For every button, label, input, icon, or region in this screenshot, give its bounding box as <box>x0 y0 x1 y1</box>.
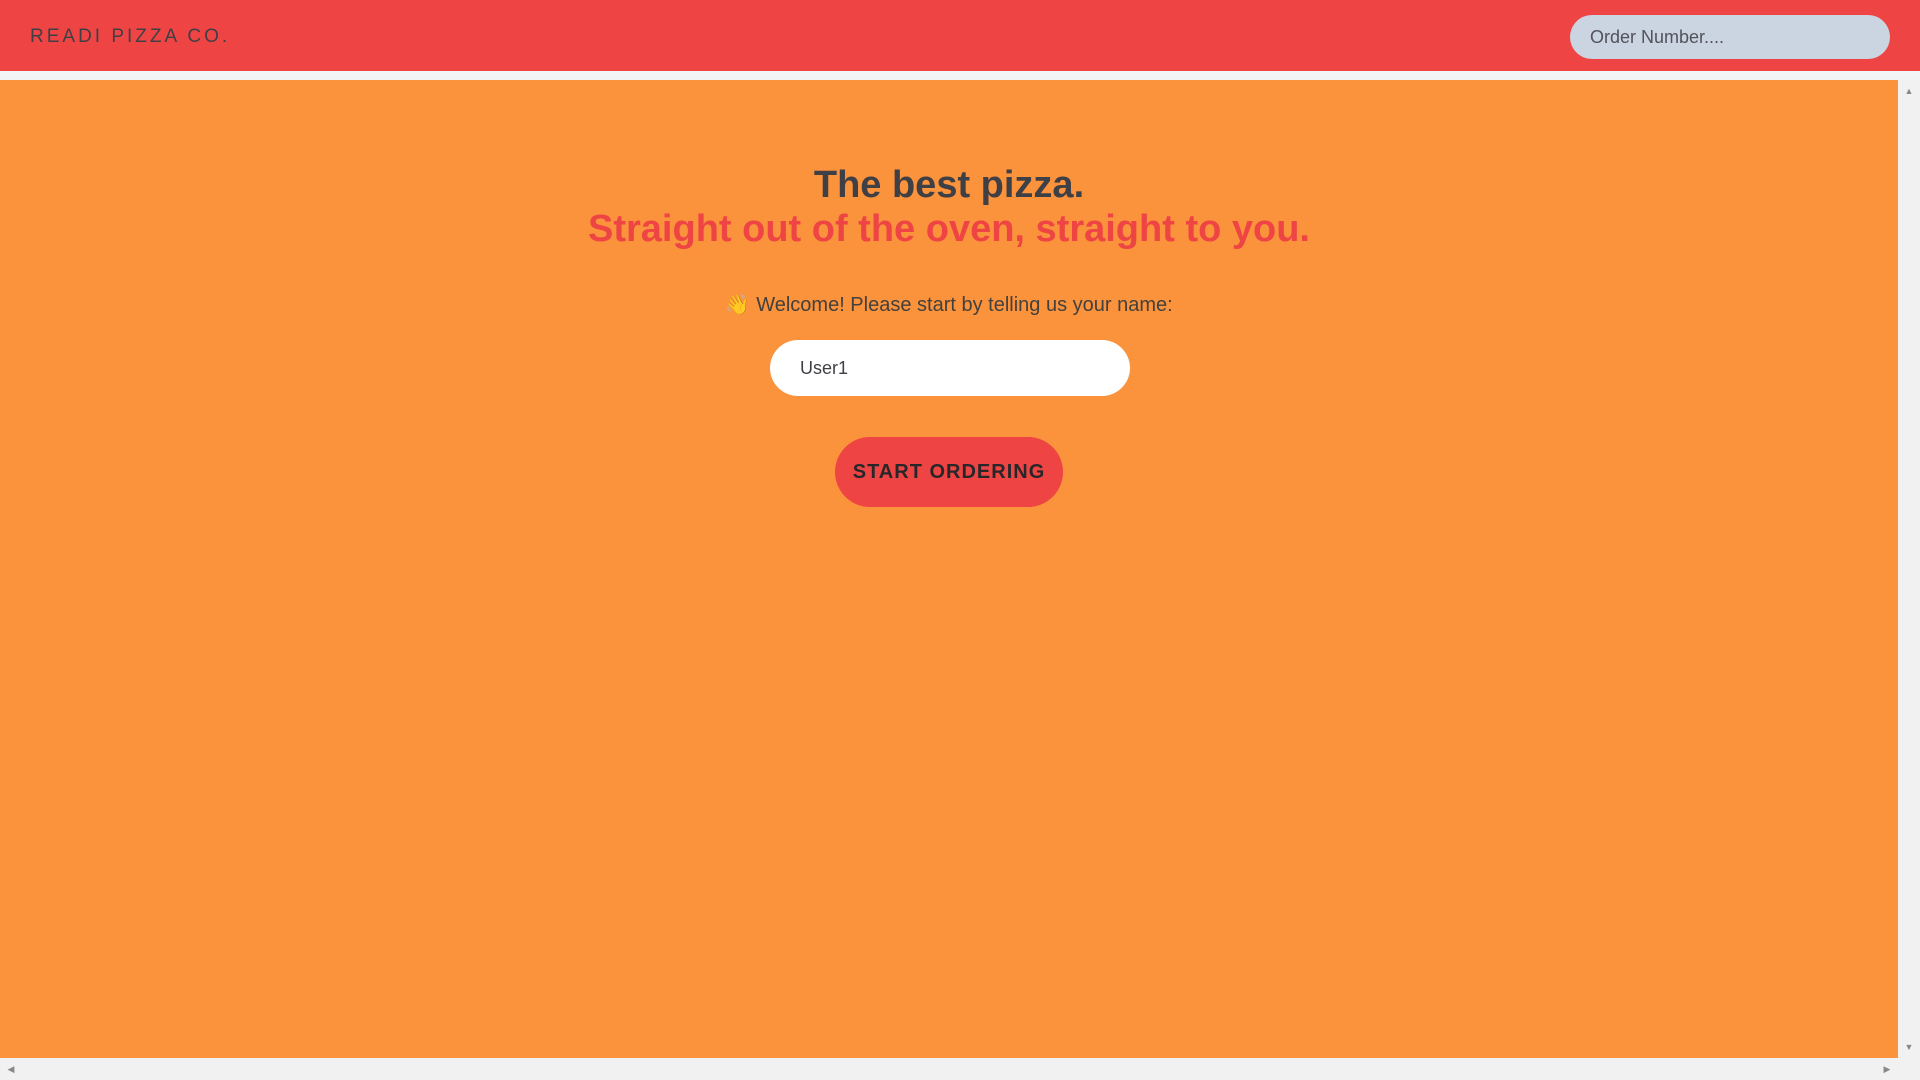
start-ordering-button[interactable]: START ORDERING <box>835 437 1063 507</box>
brand-logo-link[interactable]: READI PIZZA CO. <box>30 26 230 48</box>
welcome-message: 👋 Welcome! Please start by telling us you… <box>0 291 1898 319</box>
scroll-down-arrow-icon[interactable]: ▼ <box>1898 1038 1920 1056</box>
top-nav-bar: READI PIZZA CO. <box>0 0 1920 75</box>
vertical-scrollbar[interactable]: ▲ ▼ <box>1898 80 1920 1058</box>
customer-name-input[interactable] <box>770 340 1130 396</box>
main-content: The best pizza. Straight out of the oven… <box>0 80 1898 1058</box>
order-number-search-input[interactable] <box>1570 15 1890 59</box>
page-tagline: Straight out of the oven, straight to yo… <box>588 208 1310 250</box>
welcome-text: Welcome! Please start by telling us your… <box>756 294 1173 316</box>
scroll-up-arrow-icon[interactable]: ▲ <box>1898 82 1920 100</box>
horizontal-scrollbar[interactable]: ◀ ▶ <box>0 1058 1920 1080</box>
scroll-left-arrow-icon[interactable]: ◀ <box>2 1058 20 1080</box>
page-headline: The best pizza. <box>813 164 1085 206</box>
waving-hand-icon: 👋 <box>725 294 751 316</box>
scroll-right-arrow-icon[interactable]: ▶ <box>1878 1058 1896 1080</box>
